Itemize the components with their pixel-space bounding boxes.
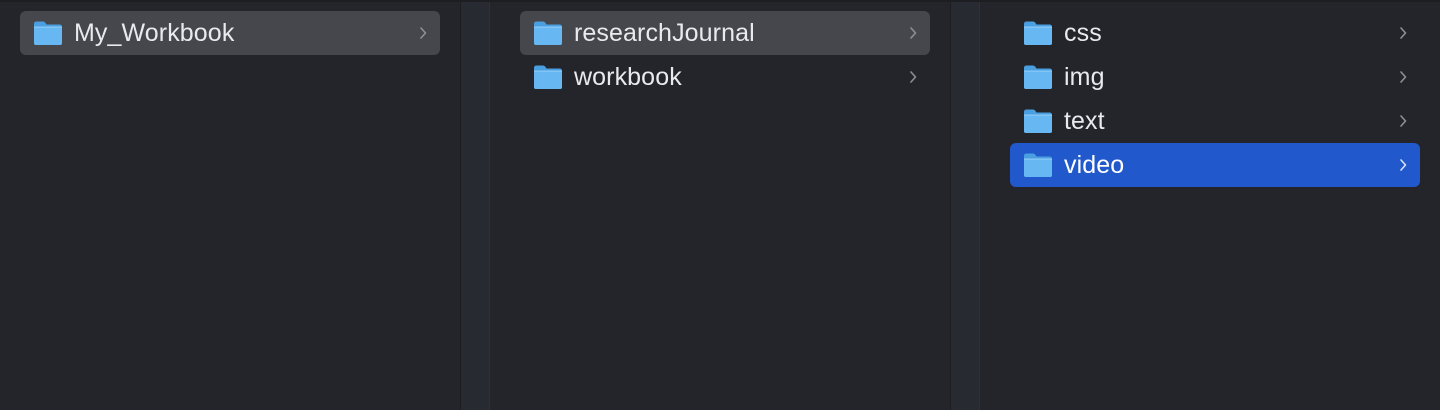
folder-row-workbook[interactable]: workbook — [520, 55, 930, 99]
folder-row-my-workbook[interactable]: My_Workbook — [20, 11, 440, 55]
chevron-right-icon — [1400, 159, 1407, 171]
column-3[interactable]: css img text video — [980, 0, 1440, 410]
column-resize-divider[interactable] — [460, 0, 490, 410]
folder-icon — [1024, 21, 1052, 45]
folder-row-text[interactable]: text — [1010, 99, 1420, 143]
finder-column-browser: My_Workbook researchJournal workbook css… — [0, 0, 1440, 410]
folder-name: researchJournal — [574, 18, 755, 47]
chevron-right-icon — [1400, 115, 1407, 127]
column-1[interactable]: My_Workbook — [0, 0, 460, 410]
folder-icon — [1024, 153, 1052, 177]
folder-row-video[interactable]: video — [1010, 143, 1420, 187]
folder-icon — [534, 65, 562, 89]
column-2[interactable]: researchJournal workbook — [490, 0, 950, 410]
folder-row-research-journal[interactable]: researchJournal — [520, 11, 930, 55]
folder-icon — [534, 21, 562, 45]
folder-row-css[interactable]: css — [1010, 11, 1420, 55]
folder-row-img[interactable]: img — [1010, 55, 1420, 99]
chevron-right-icon — [910, 71, 917, 83]
chevron-right-icon — [1400, 27, 1407, 39]
folder-name: img — [1064, 62, 1105, 91]
folder-name: video — [1064, 150, 1125, 179]
folder-icon — [34, 21, 62, 45]
folder-icon — [1024, 109, 1052, 133]
column-resize-divider[interactable] — [950, 0, 980, 410]
folder-name: My_Workbook — [74, 18, 235, 47]
folder-name: text — [1064, 106, 1105, 135]
folder-icon — [1024, 65, 1052, 89]
chevron-right-icon — [1400, 71, 1407, 83]
chevron-right-icon — [910, 27, 917, 39]
folder-name: workbook — [574, 62, 682, 91]
chevron-right-icon — [420, 27, 427, 39]
folder-name: css — [1064, 18, 1102, 47]
